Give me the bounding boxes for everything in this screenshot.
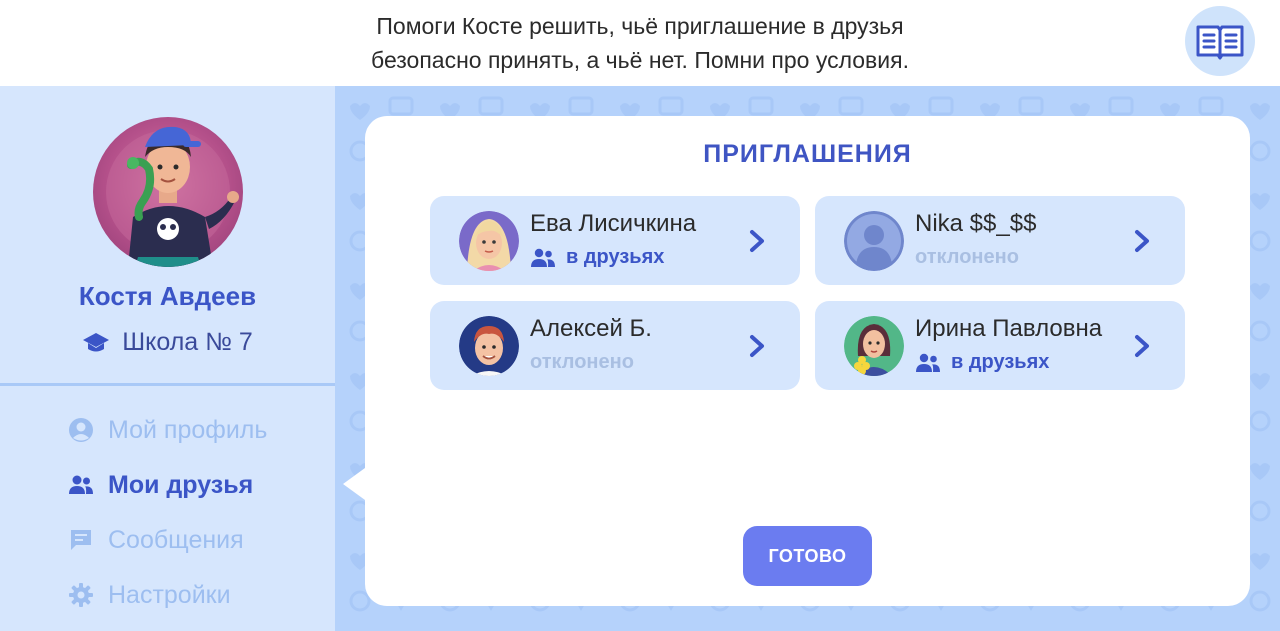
sidebar-item-settings[interactable]: Настройки [68, 578, 231, 612]
sidebar-item-friends[interactable]: Мои друзья [68, 468, 253, 502]
profile-avatar [93, 117, 243, 267]
open-book-icon [1196, 25, 1244, 60]
invitation-card-irina[interactable]: Ирина Павловна в друзьях [815, 301, 1185, 390]
chevron-right-icon [750, 335, 764, 357]
contact-name: Ева Лисичкина [530, 210, 697, 237]
status-badge: отклонено [530, 351, 634, 374]
rules-book-button[interactable] [1185, 6, 1255, 76]
sidebar: Костя Авдеев Школа № 7 Мой профиль Мои д… [0, 86, 335, 631]
avatar [459, 211, 519, 271]
user-circle-icon [68, 417, 94, 443]
avatar [844, 316, 904, 376]
task-line-1: Помоги Косте решить, чьё приглашение в д… [376, 13, 904, 39]
main-area: ПРИГЛАШЕНИЯ Ева Лисичкина в друзьях Nika… [335, 86, 1280, 631]
status-label: отклонено [915, 246, 1019, 268]
sidebar-item-messages[interactable]: Сообщения [68, 523, 244, 557]
sidebar-item-label: Мои друзья [108, 470, 254, 499]
school-label: Школа № 7 [122, 328, 253, 356]
task-instructions: Помоги Косте решить, чьё приглашение в д… [290, 9, 990, 77]
friends-icon [531, 248, 555, 267]
friends-icon [68, 472, 94, 498]
chevron-right-icon [1135, 335, 1149, 357]
avatar [459, 316, 519, 376]
header: Помоги Косте решить, чьё приглашение в д… [0, 0, 1280, 86]
task-line-2: безопасно принять, а чьё нет. Помни про … [371, 47, 909, 73]
contact-name: Nika $$_$$ [915, 210, 1037, 237]
sidebar-item-label: Настройки [108, 580, 231, 609]
boy-avatar-illustration [106, 126, 239, 267]
invitation-card-nika[interactable]: Nika $$_$$ отклонено [815, 196, 1185, 285]
panel-title: ПРИГЛАШЕНИЯ [703, 140, 912, 168]
chevron-right-icon [750, 230, 764, 252]
status-label: отклонено [530, 351, 634, 373]
chevron-right-icon [1135, 230, 1149, 252]
invitation-card-eva[interactable]: Ева Лисичкина в друзьях [430, 196, 800, 285]
sidebar-divider [0, 383, 335, 386]
sidebar-item-label: Сообщения [108, 525, 244, 554]
status-badge: в друзьях [915, 351, 1049, 374]
contact-name: Алексей Б. [530, 315, 652, 342]
sidebar-item-label: Мой профиль [108, 415, 268, 444]
friends-icon [916, 353, 940, 372]
gear-icon [68, 582, 94, 608]
sidebar-item-profile[interactable]: Мой профиль [68, 413, 267, 447]
profile-school: Школа № 7 [0, 328, 335, 357]
invitation-card-aleksey[interactable]: Алексей Б. отклонено [430, 301, 800, 390]
panel-pointer [343, 468, 365, 500]
message-icon [68, 527, 94, 553]
status-label: в друзьях [566, 246, 665, 268]
profile-name: Костя Авдеев [78, 281, 257, 311]
status-badge: в друзьях [530, 246, 664, 269]
contact-name: Ирина Павловна [915, 315, 1103, 342]
avatar [844, 211, 904, 271]
graduation-cap-icon [83, 332, 110, 351]
invitations-panel: ПРИГЛАШЕНИЯ Ева Лисичкина в друзьях Nika… [365, 116, 1250, 606]
status-label: в друзьях [951, 351, 1050, 373]
done-button[interactable]: ГОТОВО [743, 526, 872, 586]
status-badge: отклонено [915, 246, 1019, 269]
